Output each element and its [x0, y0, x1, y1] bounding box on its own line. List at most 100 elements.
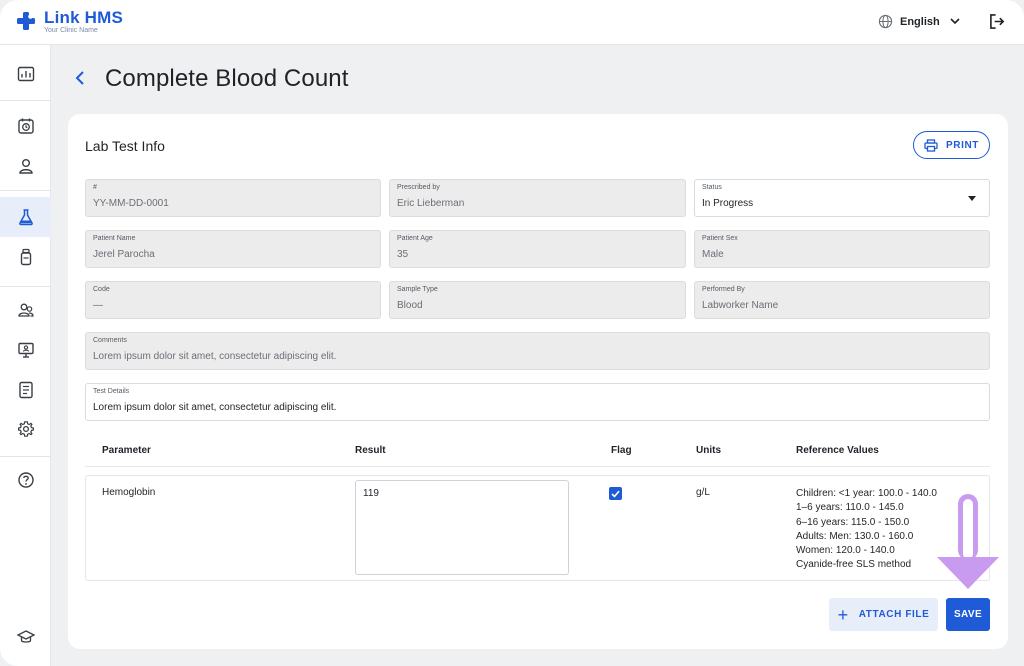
users-icon	[17, 303, 34, 317]
monitor-icon	[17, 342, 34, 358]
section-title: Lab Test Info	[85, 138, 165, 154]
sidebar-item-training[interactable]	[0, 617, 51, 657]
flag-checkbox[interactable]	[609, 487, 622, 500]
column-header-parameter: Parameter	[102, 445, 151, 456]
printer-icon	[924, 138, 938, 152]
language-selector[interactable]: English	[878, 14, 960, 29]
logo[interactable]: Link HMS Your Clinic Name	[16, 9, 123, 34]
app-title: Link HMS	[44, 8, 124, 27]
sidebar-item-staff[interactable]	[0, 290, 51, 330]
reference-values-cell: Children: <1 year: 100.0 - 140.0 1–6 yea…	[796, 487, 937, 573]
chevron-down-icon	[950, 18, 960, 25]
field-value: Blood	[397, 300, 423, 311]
prescribed-by-field: Prescribed by Eric Lieberman	[389, 179, 686, 217]
sidebar-item-settings[interactable]	[0, 409, 51, 449]
field-label: Comments	[93, 337, 127, 344]
logout-button[interactable]	[989, 13, 1006, 35]
parameter-cell: Hemoglobin	[102, 487, 156, 498]
field-label: Status	[702, 184, 722, 191]
calendar-clock-icon	[17, 118, 34, 134]
field-value: Jerel Parocha	[93, 249, 155, 260]
reference-line: 1–6 years: 110.0 - 145.0	[796, 502, 904, 514]
performed-by-field: Performed By Labworker Name	[694, 281, 990, 319]
field-value: 35	[397, 249, 409, 260]
sidebar-item-appointments[interactable]	[0, 106, 51, 146]
dashboard-icon	[17, 66, 34, 82]
document-icon	[18, 381, 33, 399]
field-label: Code	[93, 286, 110, 293]
top-bar: Link HMS Your Clinic Name English	[0, 0, 1024, 45]
column-header-flag: Flag	[611, 445, 632, 456]
sidebar-item-lab[interactable]	[0, 197, 51, 237]
field-label: Performed By	[702, 286, 745, 293]
field-value: In Progress	[702, 198, 754, 209]
sidebar-item-help[interactable]	[0, 460, 51, 500]
person-icon	[18, 159, 33, 174]
logout-icon	[990, 14, 1005, 29]
down-arrow-icon	[937, 494, 999, 589]
column-header-reference: Reference Values	[796, 445, 879, 456]
bottle-icon	[20, 248, 31, 266]
sidebar-item-patients[interactable]	[0, 146, 51, 186]
id-field: # YY-MM-DD-0001	[85, 179, 381, 217]
save-button[interactable]: SAVE	[946, 598, 990, 631]
field-label: Prescribed by	[397, 184, 440, 191]
gear-icon	[17, 421, 34, 437]
lab-flask-icon	[18, 209, 33, 226]
column-header-units: Units	[696, 445, 721, 456]
reference-line: Women: 120.0 - 140.0	[796, 545, 895, 557]
sidebar-item-dashboard[interactable]	[0, 54, 51, 94]
reference-line: Adults: Men: 130.0 - 160.0	[796, 530, 914, 542]
field-value: Lorem ipsum dolor sit amet, consectetur …	[93, 351, 337, 362]
reference-line: Children: <1 year: 100.0 - 140.0	[796, 488, 937, 499]
chevron-left-icon	[75, 71, 84, 85]
help-icon	[17, 472, 34, 488]
sidebar-item-pharmacy[interactable]	[0, 237, 51, 277]
app-subtitle: Your Clinic Name	[44, 27, 98, 34]
field-label: Patient Sex	[702, 235, 738, 242]
table-divider	[85, 466, 990, 467]
sidebar	[0, 45, 51, 666]
patient-sex-field: Patient Sex Male	[694, 230, 990, 268]
reference-line: Cyanide-free SLS method	[796, 559, 912, 571]
field-label: Test Details	[93, 388, 130, 395]
test-details-field[interactable]: Test Details Lorem ipsum dolor sit amet,…	[85, 383, 990, 421]
result-input[interactable]: 119	[355, 480, 569, 575]
back-button[interactable]	[72, 68, 88, 93]
field-label: Patient Name	[93, 235, 136, 242]
column-header-result: Result	[355, 445, 386, 456]
page-title: Complete Blood Count	[105, 65, 349, 92]
attach-file-label: ATTACH FILE	[858, 609, 930, 620]
code-field: Code —	[85, 281, 381, 319]
graduation-cap-icon	[16, 630, 35, 643]
dropdown-caret-icon	[968, 196, 976, 201]
field-value: Eric Lieberman	[397, 198, 465, 209]
patient-name-field: Patient Name Jerel Parocha	[85, 230, 381, 268]
reference-line: 6–16 years: 115.0 - 150.0	[796, 516, 910, 528]
logo-cross-icon	[17, 12, 35, 30]
globe-icon	[878, 14, 893, 29]
field-value: Labworker Name	[702, 300, 779, 311]
attach-file-button[interactable]: + ATTACH FILE	[829, 598, 938, 631]
result-value: 119	[363, 488, 379, 499]
sample-type-field: Sample Type Blood	[389, 281, 686, 319]
field-value: Male	[702, 249, 724, 260]
field-value: YY-MM-DD-0001	[93, 198, 169, 209]
save-label: SAVE	[953, 609, 983, 620]
app-window: Link HMS Your Clinic Name English Comple…	[0, 0, 1024, 666]
patient-age-field: Patient Age 35	[389, 230, 686, 268]
units-cell: g/L	[696, 487, 710, 498]
field-value: —	[93, 300, 103, 311]
sidebar-item-reports[interactable]	[0, 370, 51, 410]
checkmark-icon	[611, 490, 620, 498]
print-label: PRINT	[946, 139, 979, 151]
comments-field: Comments Lorem ipsum dolor sit amet, con…	[85, 332, 990, 370]
field-label: Patient Age	[397, 235, 433, 242]
field-value: Lorem ipsum dolor sit amet, consectetur …	[93, 402, 337, 413]
field-label: Sample Type	[397, 286, 438, 293]
print-button[interactable]: PRINT	[913, 131, 990, 159]
status-select[interactable]: Status In Progress	[694, 179, 990, 217]
language-label: English	[900, 15, 940, 28]
sidebar-item-telehealth[interactable]	[0, 330, 51, 370]
field-label: #	[93, 184, 97, 191]
